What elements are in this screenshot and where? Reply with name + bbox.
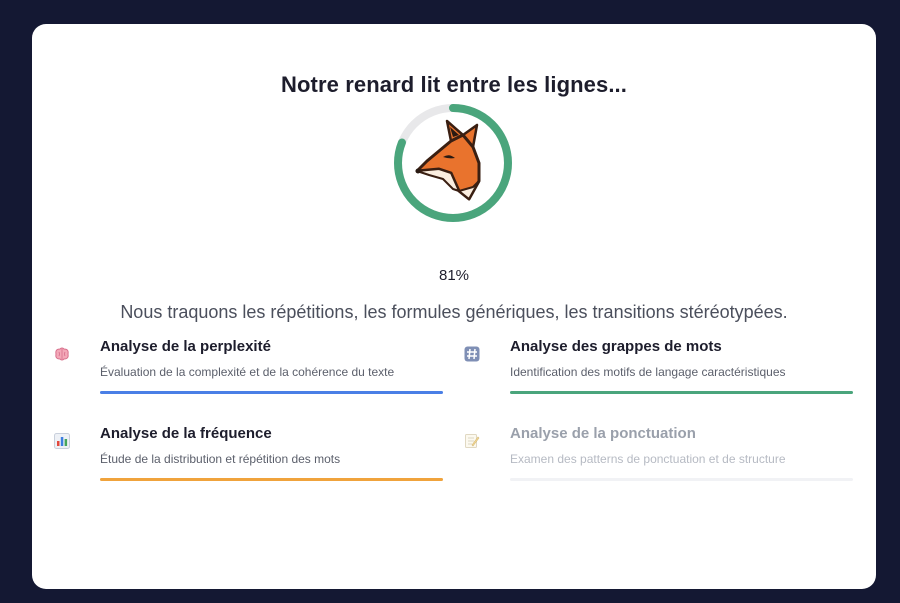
analysis-name: Analyse de la fréquence xyxy=(100,425,272,442)
analysis-item-frequency: Analyse de la fréquence Étude de la dist… xyxy=(54,425,443,505)
analysis-description: Identification des motifs de langage car… xyxy=(510,365,786,379)
brain-icon xyxy=(54,346,70,362)
analysis-progress-fill xyxy=(510,391,853,394)
analysis-progress-fill xyxy=(100,391,443,394)
analysis-card: Notre renard lit entre les lignes... 81%… xyxy=(32,24,876,589)
analysis-description: Examen des patterns de ponctuation et de… xyxy=(510,452,786,466)
analysis-progress-track xyxy=(100,478,443,481)
progress-percent: 81% xyxy=(438,267,470,284)
analysis-name: Analyse des grappes de mots xyxy=(510,338,722,355)
subtitle-text: Nous traquons les répétitions, les formu… xyxy=(120,302,788,322)
analysis-item-perplexity: Analyse de la perplexité Évaluation de l… xyxy=(54,338,443,418)
analysis-progress-fill xyxy=(100,478,443,481)
analysis-progress-track xyxy=(510,391,853,394)
fox-logo xyxy=(415,119,481,201)
analysis-description: Évaluation de la complexité et de la coh… xyxy=(100,365,395,379)
memo-icon xyxy=(464,433,480,449)
analysis-name: Analyse de la ponctuation xyxy=(510,425,696,442)
analysis-item-word-clusters: Analyse des grappes de mots Identificati… xyxy=(464,338,853,418)
analysis-progress-track xyxy=(100,391,443,394)
analysis-progress-track xyxy=(510,478,853,481)
analysis-name: Analyse de la perplexité xyxy=(100,338,271,355)
analysis-description: Étude de la distribution et répétition d… xyxy=(100,452,341,466)
progress-ring xyxy=(394,104,512,222)
analysis-item-punctuation: Analyse de la ponctuation Examen des pat… xyxy=(464,425,853,505)
page-title: Notre renard lit entre les lignes... xyxy=(281,72,627,97)
bar-chart-icon xyxy=(54,433,70,449)
hash-icon xyxy=(464,346,480,362)
